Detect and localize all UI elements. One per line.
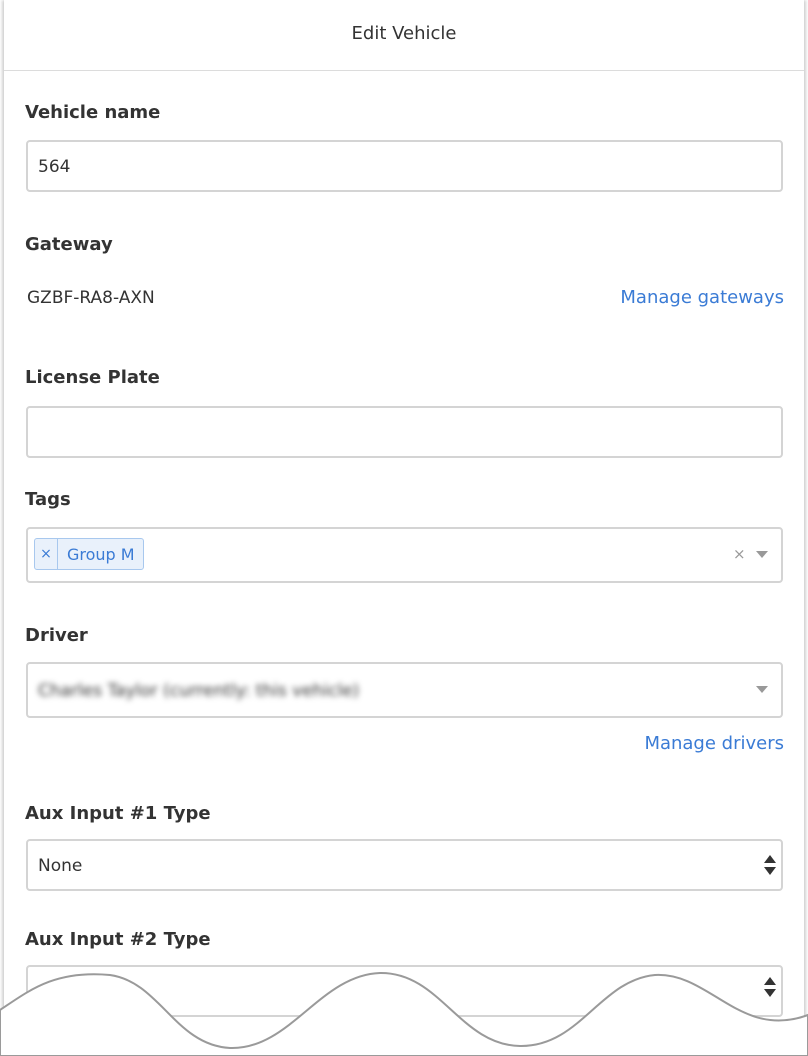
torn-edge-decoration	[0, 971, 808, 1056]
